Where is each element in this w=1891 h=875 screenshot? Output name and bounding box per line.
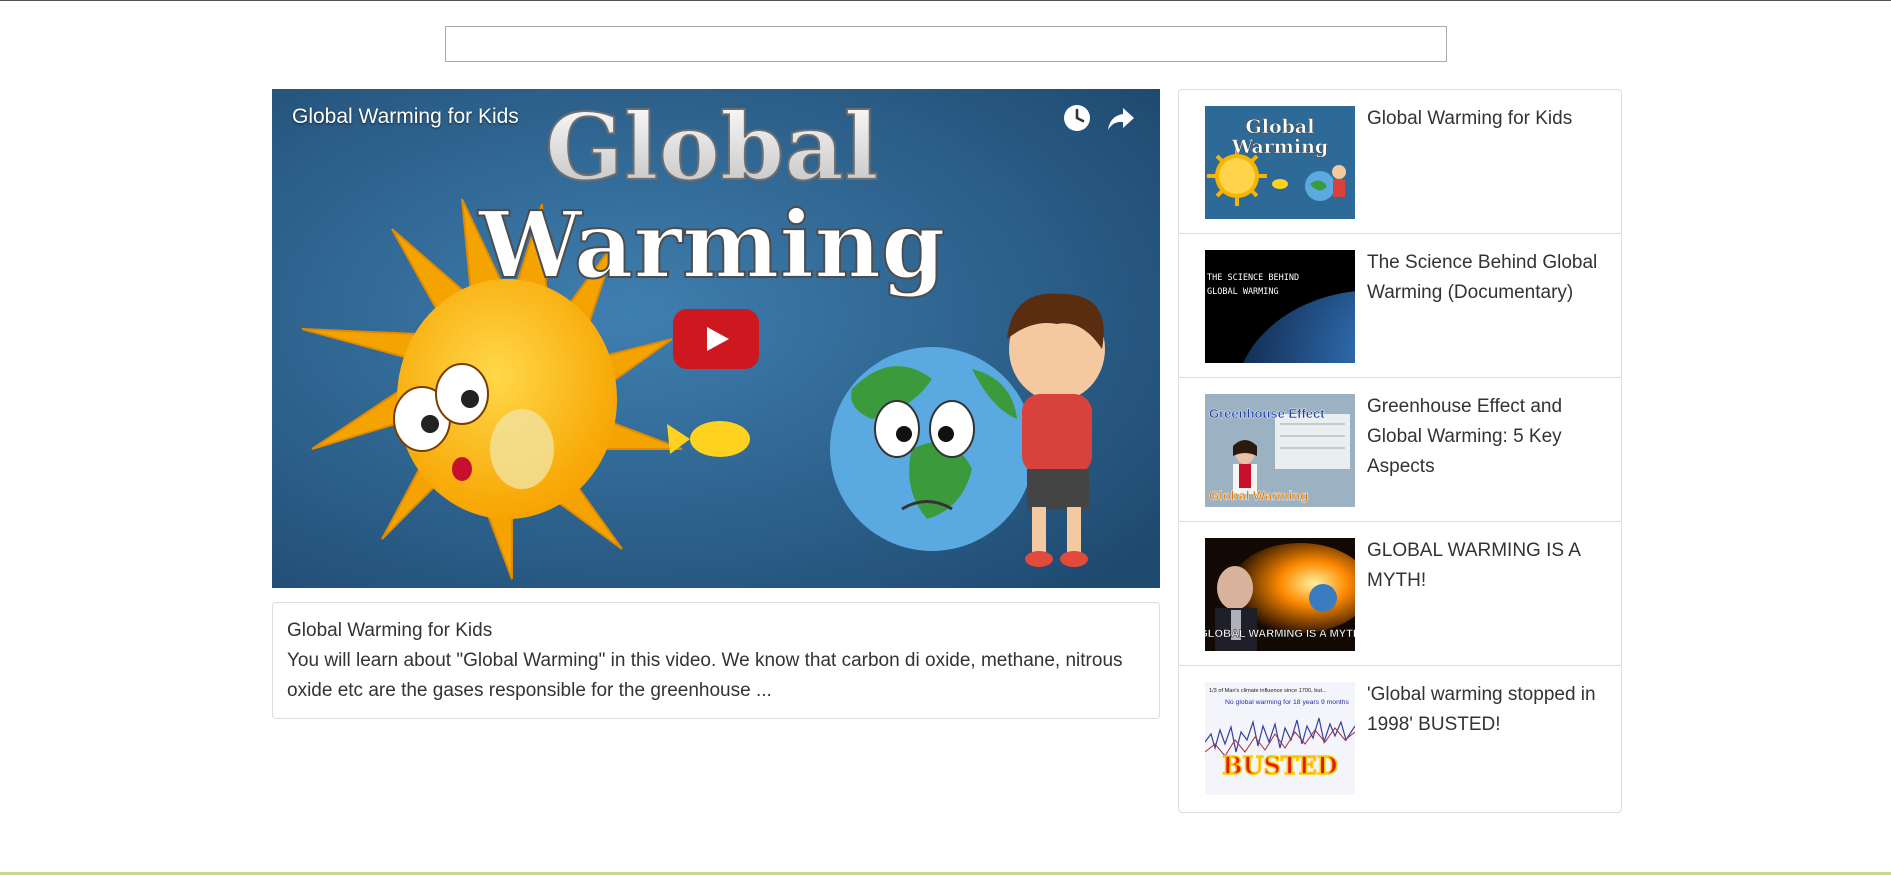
related-video-thumbnail[interactable]: Global Warming bbox=[1205, 106, 1355, 219]
related-video-title[interactable]: 'Global warming stopped in 1998' BUSTED! bbox=[1367, 680, 1607, 740]
thumb-text: GLOBAL WARMING bbox=[1207, 287, 1279, 297]
thumbnail-headline-line2: Warming bbox=[478, 191, 946, 299]
related-videos-list: Global Warming Global Warming for Kids T… bbox=[1178, 89, 1622, 813]
thumb-text: Greenhouse Effect bbox=[1209, 406, 1325, 421]
thumb-text: Global Warming bbox=[1209, 488, 1308, 503]
related-video-thumbnail[interactable]: THE SCIENCE BEHIND GLOBAL WARMING bbox=[1205, 250, 1355, 363]
related-video-title[interactable]: Greenhouse Effect and Global Warming: 5 … bbox=[1367, 392, 1607, 482]
related-video-thumbnail[interactable]: GLOBAL WARMING IS A MYTH bbox=[1205, 538, 1355, 651]
related-video-item[interactable]: GLOBAL WARMING IS A MYTH GLOBAL WARMING … bbox=[1179, 522, 1621, 666]
related-video-item[interactable]: THE SCIENCE BEHIND GLOBAL WARMING The Sc… bbox=[1179, 234, 1621, 378]
related-video-thumbnail[interactable]: 1/3 of Man's climate influence since 170… bbox=[1205, 682, 1355, 795]
earth-illustration bbox=[830, 347, 1034, 551]
top-border bbox=[0, 0, 1891, 1]
video-player[interactable]: Global Warming Global Warming for Kids bbox=[272, 89, 1160, 588]
thumb-text: GLOBAL WARMING IS A MYTH bbox=[1205, 628, 1355, 640]
share-icon[interactable] bbox=[1106, 103, 1136, 133]
related-video-item[interactable]: Greenhouse Effect Global Warming Greenho… bbox=[1179, 378, 1621, 522]
watch-later-icon[interactable] bbox=[1062, 103, 1092, 133]
related-video-thumbnail[interactable]: Greenhouse Effect Global Warming bbox=[1205, 394, 1355, 507]
video-description-card: Global Warming for Kids You will learn a… bbox=[272, 602, 1160, 719]
related-video-title[interactable]: GLOBAL WARMING IS A MYTH! bbox=[1367, 536, 1607, 596]
thumb-text: Global bbox=[1246, 116, 1315, 138]
thumb-text: Warming bbox=[1231, 136, 1328, 158]
thumb-text: 1/3 of Man's climate influence since 170… bbox=[1209, 688, 1327, 694]
thumb-text: No global warming for 18 years 9 months bbox=[1225, 699, 1350, 706]
description-title: Global Warming for Kids bbox=[287, 620, 493, 641]
youtube-play-icon[interactable] bbox=[673, 309, 759, 369]
related-video-title[interactable]: The Science Behind Global Warming (Docum… bbox=[1367, 248, 1607, 308]
related-video-item[interactable]: 1/3 of Man's climate influence since 170… bbox=[1179, 666, 1621, 810]
thumb-text: BUSTED bbox=[1222, 751, 1338, 780]
thumbnail-headline-line1: Global bbox=[545, 93, 879, 201]
thumb-text: THE SCIENCE BEHIND bbox=[1207, 273, 1299, 283]
related-video-title[interactable]: Global Warming for Kids bbox=[1367, 104, 1607, 134]
search-input[interactable] bbox=[445, 26, 1447, 62]
description-text: You will learn about "Global Warming" in… bbox=[287, 650, 1123, 701]
player-title[interactable]: Global Warming for Kids bbox=[292, 105, 519, 129]
related-video-item[interactable]: Global Warming Global Warming for Kids bbox=[1179, 90, 1621, 234]
